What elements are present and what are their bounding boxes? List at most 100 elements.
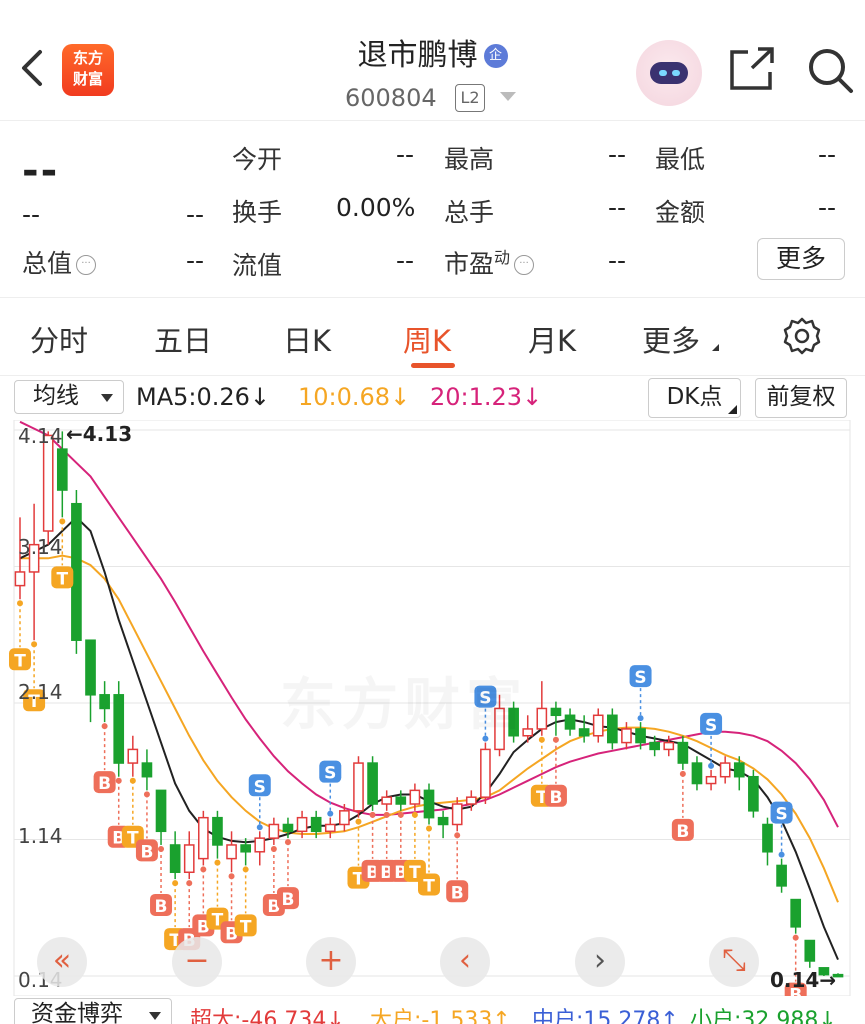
- signal-dot: [256, 824, 263, 831]
- candle-body: [677, 741, 689, 764]
- fullscreen-button[interactable]: ⤡: [709, 937, 759, 987]
- signal-B-label: B: [549, 788, 562, 808]
- signal-dot: [270, 845, 277, 852]
- open-label: 今开: [232, 145, 283, 174]
- signal-dot: [552, 736, 559, 743]
- candle-body: [451, 803, 463, 826]
- tab-daily-k[interactable]: 日K: [283, 318, 331, 360]
- turnover-label: 换手: [232, 198, 283, 227]
- capital-flow-select[interactable]: 资金博弈: [14, 998, 172, 1024]
- scroll-left-fast-button[interactable]: «: [37, 937, 87, 987]
- robot-eye-icon: [659, 70, 667, 76]
- candle-body: [635, 728, 646, 744]
- candle-body: [395, 796, 407, 805]
- signal-dot: [172, 880, 179, 887]
- info-icon[interactable]: ···: [76, 255, 97, 275]
- candle-body: [99, 694, 110, 710]
- y-tick-label: 2.14: [18, 680, 63, 704]
- candle-body: [183, 844, 195, 874]
- down-arrow-icon: ↓: [522, 383, 543, 411]
- y-tick-label: 1.14: [18, 824, 63, 848]
- super-large-value: 超大:-46.734: [190, 1008, 327, 1024]
- tab-more[interactable]: 更多: [642, 318, 700, 360]
- candle-body: [409, 789, 421, 805]
- y-tick-label: 4.14: [18, 424, 63, 448]
- signal-B-label: B: [281, 890, 294, 910]
- signal-dot: [186, 880, 193, 887]
- candle-body: [733, 762, 745, 778]
- candle-body: [550, 707, 562, 717]
- signal-dot: [327, 810, 334, 817]
- signal-dot: [200, 866, 207, 873]
- candle-body: [804, 939, 816, 962]
- pe-value: --: [608, 246, 627, 275]
- candle-body: [607, 714, 618, 744]
- candle-body: [592, 714, 604, 737]
- signal-B-label: B: [451, 883, 464, 903]
- ma20-readout: 20:1.23↓: [430, 383, 542, 411]
- signal-dot: [59, 518, 66, 525]
- float-value-label: 流值: [232, 251, 283, 280]
- zoom-out-button[interactable]: −: [172, 937, 222, 987]
- dk-point-label: DK点: [666, 384, 723, 410]
- ma20-value: 20:1.23: [430, 383, 523, 411]
- signal-dot: [17, 600, 23, 607]
- candle-body: [536, 707, 548, 730]
- signal-dot: [538, 736, 545, 743]
- code-dropdown-caret-icon[interactable]: [500, 92, 516, 101]
- kline-chart[interactable]: TTTBBTBBTBBTBTSBBSTBBBTTBSTBSBSSB 4.14 3…: [0, 420, 865, 996]
- candle-body: [748, 775, 759, 812]
- candle-body: [621, 728, 632, 744]
- forward-adjust-button[interactable]: 前复权: [755, 378, 847, 418]
- search-icon[interactable]: [806, 46, 854, 94]
- tab-five-day[interactable]: 五日: [154, 318, 212, 360]
- signal-dot: [679, 770, 686, 777]
- candle-body: [578, 728, 590, 737]
- low-value: --: [818, 140, 837, 169]
- candle-body: [719, 762, 731, 778]
- info-icon[interactable]: ···: [514, 255, 535, 276]
- signal-dot: [284, 839, 291, 846]
- signal-dot: [129, 777, 136, 784]
- turnover-value: 0.00%: [336, 193, 416, 222]
- indicator-select[interactable]: 均线: [14, 380, 124, 414]
- candle-body: [212, 816, 223, 846]
- candle-body: [649, 741, 660, 751]
- candle-body: [127, 748, 139, 764]
- candle-body: [113, 694, 125, 764]
- stock-name: 退市鹏博: [357, 38, 478, 73]
- candle-body: [282, 823, 294, 833]
- small-value: 小户:32.988: [690, 1008, 819, 1024]
- signal-dot: [792, 934, 799, 941]
- tab-monthly-k[interactable]: 月K: [528, 318, 576, 360]
- share-icon[interactable]: [728, 46, 776, 92]
- candle-body: [381, 796, 393, 805]
- settings-gear-icon[interactable]: [782, 316, 822, 356]
- dk-point-button[interactable]: DK点: [648, 378, 741, 418]
- amount-label: 金额: [655, 198, 706, 227]
- scroll-right-button[interactable]: ›: [575, 937, 625, 987]
- period-tabs: 分时 五日 日K 周K 月K 更多: [0, 298, 865, 376]
- total-value: --: [186, 246, 205, 275]
- signal-dot: [637, 715, 644, 722]
- scroll-left-button[interactable]: ‹: [440, 937, 490, 987]
- signal-S-label: S: [705, 716, 717, 736]
- signal-T-label: T: [14, 651, 26, 671]
- tab-weekly-k[interactable]: 周K: [403, 318, 451, 360]
- candle-body: [480, 748, 491, 798]
- candle-body: [367, 762, 378, 805]
- more-quote-button[interactable]: 更多: [757, 238, 845, 280]
- zoom-in-button[interactable]: +: [306, 937, 356, 987]
- signal-dot: [101, 723, 108, 730]
- candle-body: [663, 741, 675, 751]
- signal-dot: [708, 762, 715, 769]
- signal-T-label: T: [240, 917, 252, 937]
- tab-intraday[interactable]: 分时: [30, 318, 88, 360]
- candle-body: [324, 823, 336, 833]
- level2-badge[interactable]: L2: [455, 84, 485, 112]
- large-value: 大户:-1.533: [370, 1008, 493, 1024]
- candle-body: [141, 762, 153, 778]
- small-flow: 小户:32.988↓: [690, 1002, 837, 1024]
- assistant-robot-avatar[interactable]: [636, 40, 702, 106]
- candle-body: [240, 844, 251, 853]
